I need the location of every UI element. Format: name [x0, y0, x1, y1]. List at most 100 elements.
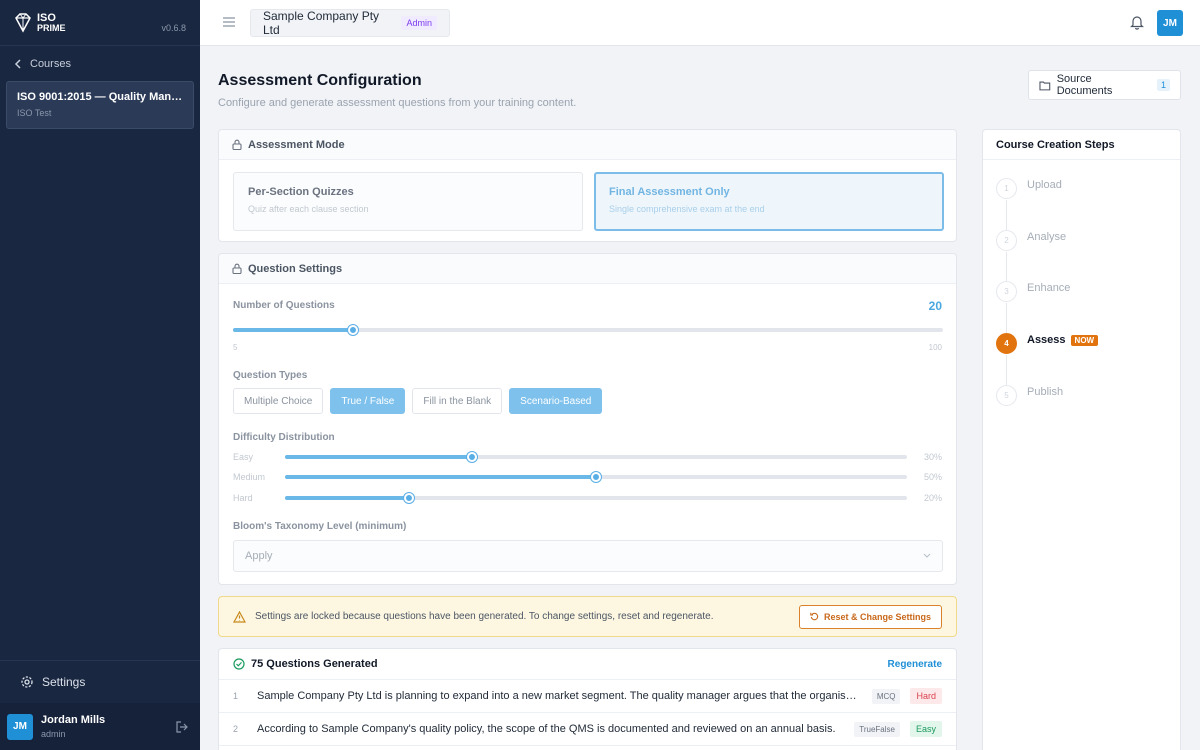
- bloom-level-value: Apply: [245, 550, 273, 562]
- source-documents-button[interactable]: Source Documents 1: [1028, 70, 1181, 100]
- difficulty-easy-pct: 30%: [923, 452, 942, 462]
- table-row[interactable]: 1 Sample Company Pty Ltd is planning to …: [219, 680, 956, 713]
- question-types-group: Multiple Choice True / False Fill in the…: [233, 388, 603, 414]
- question-type-badge: TrueFalse: [854, 721, 900, 737]
- slider-fill: [285, 475, 596, 479]
- question-type-badge: MCQ: [871, 688, 901, 704]
- settings-label: Settings: [42, 675, 86, 689]
- type-fill-blank[interactable]: Fill in the Blank: [412, 388, 503, 414]
- slider-thumb[interactable]: [347, 325, 358, 335]
- slider-thumb[interactable]: [591, 472, 601, 482]
- diamond-logo-icon: [15, 12, 31, 33]
- logo-line2: PRIME: [37, 22, 66, 33]
- regenerate-link[interactable]: Regenerate: [888, 659, 942, 670]
- locked-message: Settings are locked because questions ha…: [255, 611, 714, 622]
- step-label: Publish: [1027, 386, 1064, 398]
- topbar: Sample Company Pty Ltd Admin JM: [200, 0, 1200, 46]
- user-role: admin: [41, 729, 66, 739]
- reset-icon: [810, 612, 819, 621]
- step-upload[interactable]: 1 Upload: [996, 178, 1062, 199]
- step-number: 1: [996, 178, 1017, 199]
- bloom-label: Bloom's Taxonomy Level (minimum): [233, 521, 407, 532]
- step-connector: [1006, 200, 1007, 230]
- num-min-label: 5: [233, 343, 238, 352]
- difficulty-easy-slider[interactable]: [285, 452, 907, 462]
- course-title: ISO 9001:2015 — Quality Management: [17, 91, 183, 103]
- settings-locked-banner: Settings are locked because questions ha…: [218, 596, 957, 637]
- step-number: 4: [996, 333, 1017, 354]
- hamburger-menu-icon[interactable]: [222, 16, 236, 28]
- gear-icon: [21, 676, 33, 688]
- step-number: 2: [996, 230, 1017, 251]
- type-scenario-based[interactable]: Scenario-Based: [509, 388, 603, 414]
- user-info: Jordan Mills admin: [41, 714, 105, 739]
- user-profile: JM Jordan Mills admin: [0, 703, 200, 750]
- slider-fill: [285, 496, 410, 500]
- difficulty-medium-pct: 50%: [923, 472, 942, 482]
- difficulty-hard-slider[interactable]: [285, 493, 907, 503]
- question-text: Sample Company Pty Ltd is planning to ex…: [257, 690, 862, 702]
- question-number: 1: [233, 691, 239, 701]
- num-questions-slider[interactable]: [233, 325, 943, 335]
- role-badge: Admin: [401, 16, 437, 30]
- bloom-level-select[interactable]: Apply: [233, 540, 943, 572]
- question-difficulty-badge: Easy: [909, 721, 942, 737]
- table-row[interactable]: 2 According to Sample Company's quality …: [219, 713, 956, 746]
- company-selector[interactable]: Sample Company Pty Ltd Admin: [250, 9, 450, 37]
- step-label: Enhance: [1027, 282, 1071, 294]
- step-label: Assess NOW: [1027, 334, 1099, 354]
- course-subtitle: ISO Test: [17, 108, 52, 118]
- course-steps-card: Course Creation Steps 1 Upload 2 Analyse…: [982, 129, 1181, 750]
- question-settings-card: Question Settings Number of Questions 20…: [218, 253, 957, 585]
- step-connector: [1006, 355, 1007, 385]
- sidebar-settings-link[interactable]: Settings: [0, 660, 200, 703]
- mode-option-title: Final Assessment Only: [609, 186, 730, 198]
- sidebar: ISO PRIME v0.6.8 Courses ISO 9001:2015 —…: [0, 0, 200, 750]
- mode-option-final[interactable]: Final Assessment Only Single comprehensi…: [594, 172, 944, 231]
- step-label: Analyse: [1027, 231, 1067, 243]
- difficulty-hard-pct: 20%: [923, 493, 942, 503]
- logout-icon[interactable]: [176, 720, 188, 733]
- num-questions-label: Number of Questions: [233, 300, 335, 311]
- step-assess[interactable]: 4 Assess NOW: [996, 333, 1099, 354]
- assessment-mode-header: Assessment Mode: [219, 130, 956, 160]
- mode-option-desc: Single comprehensive exam at the end: [609, 204, 765, 214]
- generated-heading: 75 Questions Generated: [251, 658, 378, 670]
- generated-questions-card: 75 Questions Generated Regenerate 1 Samp…: [218, 648, 957, 750]
- question-number: 2: [233, 724, 239, 734]
- step-connector: [1006, 303, 1007, 333]
- page-title: Assessment Configuration: [218, 72, 422, 89]
- assessment-mode-heading: Assessment Mode: [248, 138, 345, 151]
- courses-back-label: Courses: [30, 58, 71, 70]
- mode-option-title: Per-Section Quizzes: [248, 186, 354, 198]
- difficulty-medium-slider[interactable]: [285, 472, 907, 482]
- logo[interactable]: ISO PRIME: [12, 12, 66, 34]
- reset-settings-button[interactable]: Reset & Change Settings: [798, 604, 942, 629]
- type-true-false[interactable]: True / False: [330, 388, 406, 414]
- topbar-avatar[interactable]: JM: [1157, 10, 1183, 36]
- step-publish[interactable]: 5 Publish: [996, 385, 1063, 406]
- question-settings-header: Question Settings: [219, 254, 956, 284]
- slider-thumb[interactable]: [466, 452, 477, 462]
- type-multiple-choice[interactable]: Multiple Choice: [233, 388, 324, 414]
- lock-icon: [232, 139, 242, 150]
- app-version: v0.6.8: [161, 22, 186, 33]
- warning-icon: [233, 610, 246, 623]
- courses-back-link[interactable]: Courses: [0, 47, 200, 81]
- step-analyse[interactable]: 2 Analyse: [996, 230, 1066, 251]
- steps-heading: Course Creation Steps: [983, 130, 1180, 160]
- step-enhance[interactable]: 3 Enhance: [996, 281, 1070, 302]
- reset-settings-label: Reset & Change Settings: [823, 611, 931, 622]
- slider-thumb[interactable]: [404, 493, 415, 503]
- active-course-card[interactable]: ISO 9001:2015 — Quality Management ISO T…: [6, 81, 194, 129]
- mode-option-per-section[interactable]: Per-Section Quizzes Quiz after each clau…: [233, 172, 583, 231]
- step-label-text: Assess: [1027, 334, 1066, 346]
- slider-fill: [233, 328, 353, 332]
- avatar[interactable]: JM: [7, 713, 33, 740]
- now-badge: NOW: [1070, 335, 1099, 346]
- logo-row: ISO PRIME v0.6.8: [0, 0, 200, 46]
- logo-text: ISO PRIME: [37, 12, 66, 33]
- bell-icon[interactable]: [1130, 15, 1144, 30]
- company-name: Sample Company Pty Ltd: [263, 9, 380, 37]
- difficulty-hard-label: Hard: [233, 493, 253, 503]
